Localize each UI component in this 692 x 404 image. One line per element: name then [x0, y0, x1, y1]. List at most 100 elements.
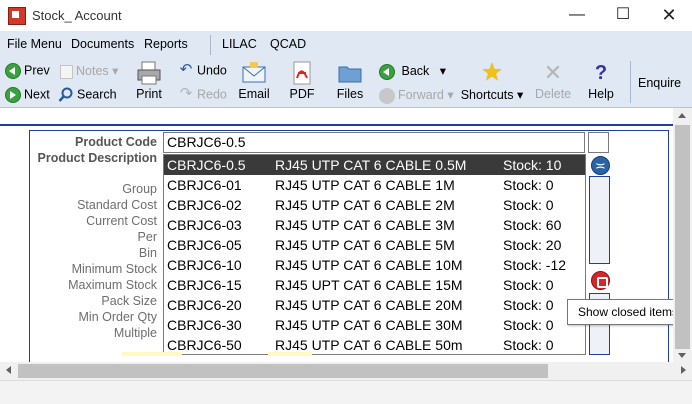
email-button[interactable]: Email: [237, 61, 271, 101]
delete-icon: ✕: [543, 60, 563, 85]
tooltip: Show closed items: [567, 299, 689, 325]
dropdown-row[interactable]: CBRJC6-01 RJ45 UTP CAT 6 CABLE 1M Stock: 0: [164, 175, 585, 195]
email-label: Email: [238, 87, 270, 101]
toolbar: Prev Next Notes ▾ Search Print ↶ Undo ↷ Re…: [0, 57, 692, 108]
dropdown-row[interactable]: CBRJC6-15 RJ45 UPT CAT 6 CABLE 15M Stock: …: [164, 275, 585, 295]
redo-button[interactable]: ↷ Redo: [178, 85, 227, 103]
delete-label: Delete: [535, 87, 572, 101]
dropdown-row[interactable]: CBRJC6-05 RJ45 UTP CAT 6 CABLE 5M Stock: 2…: [164, 235, 585, 255]
row-code: CBRJC6-0.5: [167, 157, 246, 173]
multiple-label: Multiple: [113, 326, 157, 340]
side-panel: [589, 176, 610, 264]
minimize-button[interactable]: —: [554, 0, 600, 32]
scroll-right-icon[interactable]: [681, 366, 686, 374]
dropdown-row[interactable]: CBRJC6-03 RJ45 UTP CAT 6 CABLE 3M Stock: 6…: [164, 215, 585, 235]
field-highlight: [268, 352, 312, 356]
help-button[interactable]: ? Help: [587, 61, 615, 101]
next-icon: [5, 87, 21, 103]
scroll-down-icon[interactable]: [678, 353, 686, 358]
menu-lilac[interactable]: LILAC: [222, 37, 257, 51]
product-code-extra-box[interactable]: [588, 132, 609, 153]
menu-qcad[interactable]: QCAD: [270, 37, 306, 51]
window-title: Stock_ Account: [32, 8, 122, 23]
scroll-thumb[interactable]: [675, 125, 690, 349]
delete-button[interactable]: ✕ Delete: [535, 60, 572, 102]
toolbar-separator: [630, 61, 631, 103]
vertical-scrollbar[interactable]: [673, 108, 692, 362]
row-stock: Stock: 20: [503, 237, 562, 253]
redo-icon: ↷: [179, 85, 193, 102]
back-label: Back: [401, 64, 430, 78]
menu-file[interactable]: File Menu: [7, 37, 62, 51]
forward-label: Forward: [398, 88, 444, 102]
row-code: CBRJC6-30: [167, 317, 242, 333]
undo-button[interactable]: ↶ Undo: [178, 61, 227, 79]
row-description: RJ45 UTP CAT 6 CABLE 1M: [275, 177, 455, 193]
menu-documents[interactable]: Documents: [71, 37, 134, 51]
row-code: CBRJC6-02: [167, 197, 242, 213]
row-code: CBRJC6-01: [167, 177, 242, 193]
row-stock: Stock: 0: [503, 337, 554, 353]
horizontal-scrollbar[interactable]: [0, 362, 692, 380]
product-code-input[interactable]: CBRJC6-0.5: [163, 132, 585, 153]
back-button[interactable]: Back ▾: [379, 63, 446, 80]
row-description: RJ45 UTP CAT 6 CABLE 10M: [275, 257, 463, 273]
collapse-icon[interactable]: [591, 156, 610, 175]
close-button[interactable]: ✕: [646, 0, 692, 32]
search-label: Search: [77, 87, 117, 102]
standard-cost-label: Standard Cost: [77, 198, 157, 212]
prev-button[interactable]: Prev: [5, 63, 50, 79]
product-lookup-dropdown[interactable]: CBRJC6-0.5 RJ45 UTP CAT 6 CABLE 0.5M Stock…: [163, 154, 586, 355]
undo-label: Undo: [197, 63, 227, 78]
row-stock: Stock: 60: [503, 217, 562, 233]
search-button[interactable]: Search: [58, 87, 117, 103]
show-closed-items-icon[interactable]: [591, 271, 610, 290]
print-label: Print: [136, 87, 162, 101]
notes-button[interactable]: Notes ▾: [60, 63, 118, 79]
maximize-button[interactable]: ☐: [600, 0, 646, 32]
row-description: RJ45 UTP CAT 6 CABLE 30M: [275, 317, 463, 333]
scroll-up-icon[interactable]: [678, 113, 686, 118]
prev-label: Prev: [24, 63, 50, 78]
dropdown-row[interactable]: CBRJC6-10 RJ45 UTP CAT 6 CABLE 10M Stock: …: [164, 255, 585, 275]
dropdown-row[interactable]: CBRJC6-30 RJ45 UTP CAT 6 CABLE 30M Stock: …: [164, 315, 585, 335]
dropdown-row[interactable]: CBRJC6-0.5 RJ45 UTP CAT 6 CABLE 0.5M Stock…: [164, 155, 585, 175]
scroll-thumb[interactable]: [18, 364, 548, 378]
group-label: Group: [122, 182, 157, 196]
maximum-stock-label: Maximum Stock: [68, 278, 157, 292]
current-cost-label: Current Cost: [86, 214, 157, 228]
notes-label: Notes: [76, 64, 109, 78]
row-description: RJ45 UPT CAT 6 CABLE 15M: [275, 277, 463, 293]
menu-reports[interactable]: Reports: [144, 37, 188, 51]
undo-icon: ↶: [179, 61, 193, 78]
files-icon: [337, 61, 363, 85]
row-description: RJ45 UTP CAT 6 CABLE 20M: [275, 297, 463, 313]
forward-button[interactable]: Forward ▾: [379, 87, 454, 104]
row-stock: Stock: 0: [503, 177, 554, 193]
shortcuts-button[interactable]: ★ Shortcuts ▾: [459, 61, 525, 103]
row-description: RJ45 UTP CAT 6 CABLE 0.5M: [275, 157, 467, 173]
files-button[interactable]: Files: [336, 61, 364, 101]
row-description: RJ45 UTP CAT 6 CABLE 2M: [275, 197, 455, 213]
row-description: RJ45 UTP CAT 6 CABLE 3M: [275, 217, 455, 233]
product-code-label: Product Code: [75, 135, 157, 149]
pdf-icon: [289, 61, 315, 85]
scroll-left-icon[interactable]: [6, 366, 11, 374]
notes-icon: [60, 64, 73, 79]
form-top-border: [0, 124, 692, 126]
search-icon: [58, 87, 74, 103]
redo-label: Redo: [197, 87, 227, 102]
enquire-button[interactable]: Enquire: [638, 76, 681, 90]
next-button[interactable]: Next: [5, 87, 50, 103]
dropdown-row[interactable]: CBRJC6-50 RJ45 UTP CAT 6 CABLE 50m Stock: …: [164, 335, 585, 354]
row-code: CBRJC6-10: [167, 257, 242, 273]
next-label: Next: [24, 87, 50, 102]
field-highlight: [122, 352, 182, 356]
status-bar: [0, 380, 692, 404]
back-icon: [379, 63, 395, 80]
print-button[interactable]: Print: [134, 61, 164, 101]
dropdown-row[interactable]: CBRJC6-02 RJ45 UTP CAT 6 CABLE 2M Stock: 0: [164, 195, 585, 215]
dropdown-row[interactable]: CBRJC6-20 RJ45 UTP CAT 6 CABLE 20M Stock: …: [164, 295, 585, 315]
pdf-button[interactable]: PDF: [289, 61, 315, 101]
title-bar: Stock_ Account — ☐ ✕: [0, 0, 692, 32]
